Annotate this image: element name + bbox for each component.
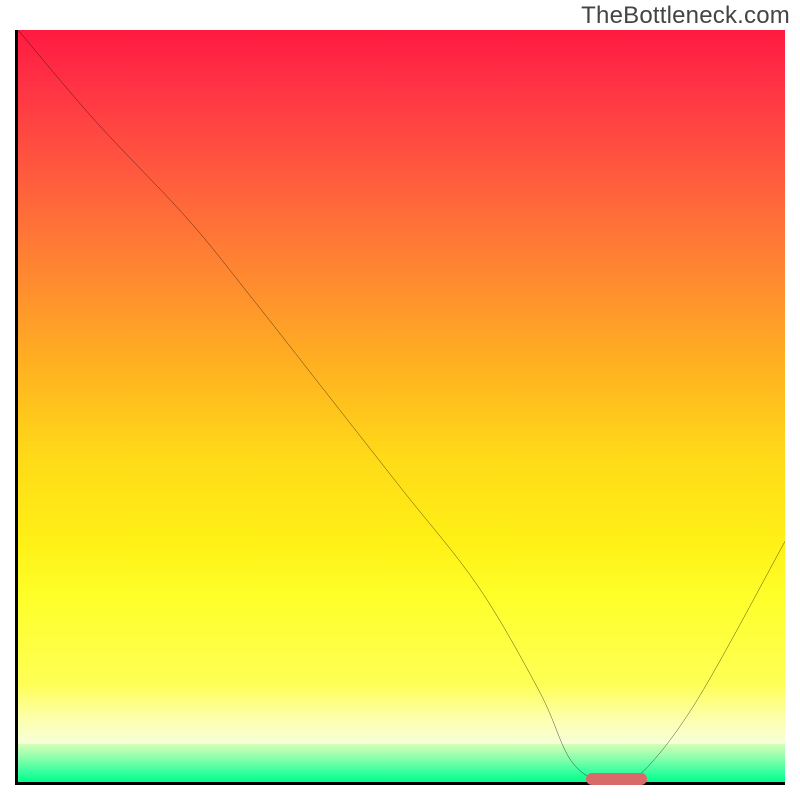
watermark-text: TheBottleneck.com bbox=[581, 2, 790, 30]
chart-plot-area bbox=[15, 30, 785, 785]
bottleneck-curve bbox=[18, 30, 785, 782]
optimal-marker bbox=[586, 773, 647, 785]
